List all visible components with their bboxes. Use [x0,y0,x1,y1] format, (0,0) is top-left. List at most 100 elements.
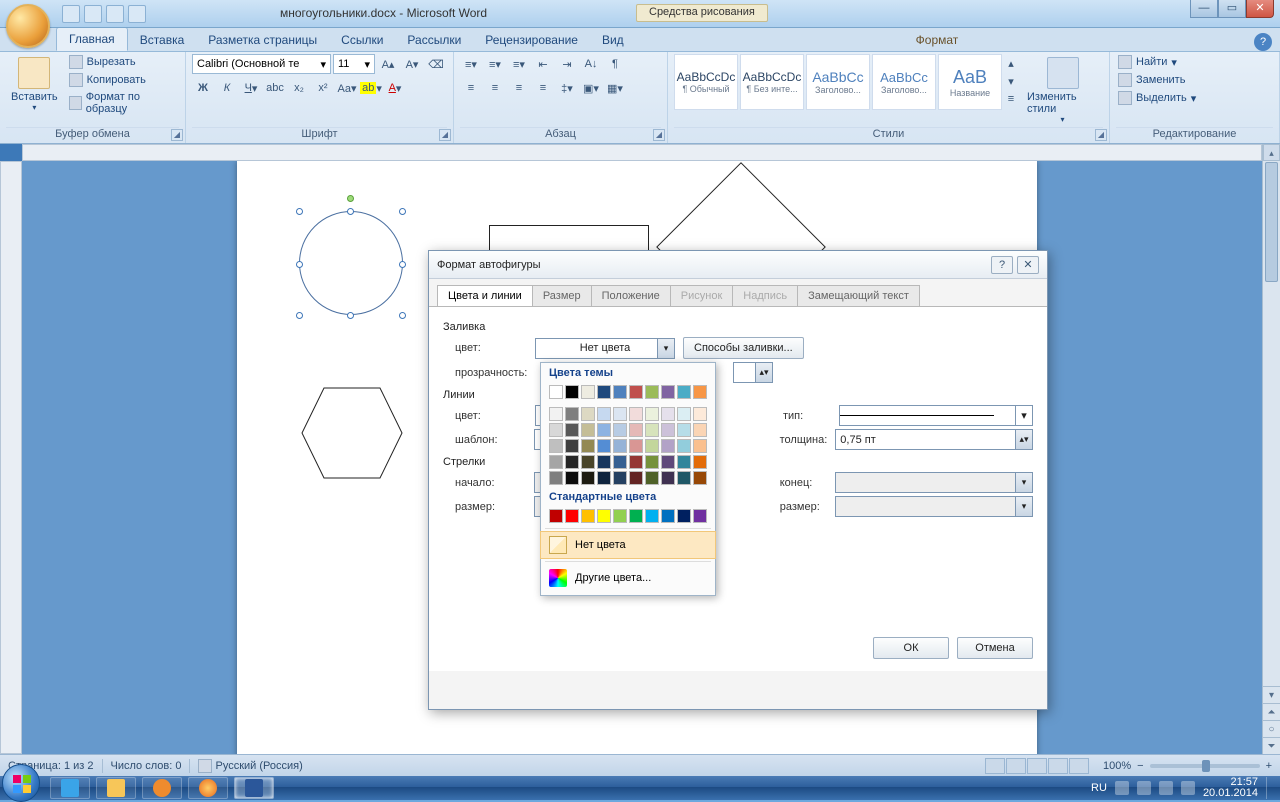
underline-button[interactable]: Ч▾ [240,78,262,98]
dlg-tab-alt-text[interactable]: Замещающий текст [797,285,920,306]
color-swatch[interactable] [581,455,595,469]
qat-redo-icon[interactable] [106,5,124,23]
color-swatch[interactable] [565,385,579,399]
color-swatch[interactable] [549,455,563,469]
tab-references[interactable]: Ссылки [329,29,395,51]
select-button[interactable]: Выделить▾ [1116,90,1198,106]
color-swatch[interactable] [613,439,627,453]
shape-circle-selected[interactable] [299,211,403,315]
color-swatch[interactable] [565,439,579,453]
styles-scroll-down[interactable]: ▾ [1004,72,1018,90]
ok-button[interactable]: ОК [873,637,949,659]
color-swatch[interactable] [693,471,707,485]
dlg-tab-position[interactable]: Положение [591,285,671,306]
shrink-font-button[interactable]: A▾ [401,54,423,74]
style-title[interactable]: AaBНазвание [938,54,1002,110]
color-swatch[interactable] [677,509,691,523]
italic-button[interactable]: К [216,78,238,98]
tab-home[interactable]: Главная [56,27,128,51]
tab-insert[interactable]: Вставка [128,29,197,51]
line-type-combo[interactable]: ▾ [839,405,1033,426]
maximize-button[interactable]: ▭ [1218,0,1246,18]
ruler-vertical[interactable] [0,161,22,754]
align-right-button[interactable]: ≡ [508,78,530,98]
minimize-button[interactable]: — [1190,0,1218,18]
color-swatch[interactable] [629,423,643,437]
styles-scroll-up[interactable]: ▴ [1004,54,1018,72]
handle-s[interactable] [347,312,354,319]
scroll-thumb[interactable] [1265,162,1278,282]
handle-n[interactable] [347,208,354,215]
shape-hexagon[interactable] [297,383,407,483]
increase-indent-button[interactable]: ⇥ [556,54,578,74]
browse-object-button[interactable]: ○ [1263,720,1280,737]
align-center-button[interactable]: ≡ [484,78,506,98]
tab-page-layout[interactable]: Разметка страницы [196,29,329,51]
tray-clock[interactable]: 21:57 20.01.2014 [1203,777,1258,799]
color-swatch[interactable] [597,385,611,399]
tray-network-icon[interactable] [1159,781,1173,795]
view-web-layout[interactable] [1027,758,1047,774]
styles-more[interactable]: ≡ [1004,90,1018,108]
highlight-button[interactable]: ab▾ [360,78,382,98]
dlg-tab-colors-lines[interactable]: Цвета и линии [437,285,533,306]
color-swatch[interactable] [613,407,627,421]
color-swatch[interactable] [581,423,595,437]
taskbar-explorer[interactable] [96,777,136,799]
color-swatch[interactable] [581,385,595,399]
superscript-button[interactable]: x² [312,78,334,98]
color-swatch[interactable] [613,455,627,469]
color-swatch[interactable] [645,385,659,399]
color-swatch[interactable] [645,423,659,437]
color-swatch[interactable] [645,407,659,421]
view-full-screen[interactable] [1006,758,1026,774]
tab-mailings[interactable]: Рассылки [395,29,473,51]
status-language[interactable]: Русский (Россия) [216,760,303,772]
color-swatch[interactable] [661,509,675,523]
start-button[interactable] [2,764,40,802]
transparency-spinner[interactable]: ▴▾ [733,362,773,383]
color-swatch[interactable] [549,407,563,421]
view-draft[interactable] [1069,758,1089,774]
show-marks-button[interactable]: ¶ [604,54,626,74]
color-swatch[interactable] [597,423,611,437]
color-swatch[interactable] [661,423,675,437]
color-swatch[interactable] [581,439,595,453]
handle-ne[interactable] [399,208,406,215]
zoom-slider[interactable] [1150,764,1260,768]
shading-button[interactable]: ▣▾ [580,78,602,98]
view-print-layout[interactable] [985,758,1005,774]
color-swatch[interactable] [661,439,675,453]
line-spacing-button[interactable]: ‡▾ [556,78,578,98]
dialog-close-button[interactable]: ✕ [1017,256,1039,274]
tab-review[interactable]: Рецензирование [473,29,590,51]
cancel-button[interactable]: Отмена [957,637,1033,659]
cut-button[interactable]: Вырезать [67,54,179,70]
zoom-thumb[interactable] [1202,760,1210,772]
style-heading2[interactable]: AaBbCcЗаголово... [872,54,936,110]
color-swatch[interactable] [629,455,643,469]
help-button[interactable]: ? [1254,33,1272,51]
vertical-scrollbar[interactable]: ▴ ▾ ⏶ ○ ⏷ [1262,144,1280,754]
color-swatch[interactable] [677,455,691,469]
color-swatch[interactable] [549,471,563,485]
replace-button[interactable]: Заменить [1116,72,1198,88]
handle-e[interactable] [399,261,406,268]
color-swatch[interactable] [581,509,595,523]
sort-button[interactable]: A↓ [580,54,602,74]
dialog-titlebar[interactable]: Формат автофигуры ? ✕ [429,251,1047,279]
tray-action-center-icon[interactable] [1137,781,1151,795]
color-swatch[interactable] [629,509,643,523]
qat-save-icon[interactable] [62,5,80,23]
color-swatch[interactable] [661,407,675,421]
color-swatch[interactable] [597,471,611,485]
color-swatch[interactable] [549,509,563,523]
color-swatch[interactable] [661,455,675,469]
color-swatch[interactable] [693,423,707,437]
scroll-down-arrow[interactable]: ▾ [1263,686,1280,703]
color-swatch[interactable] [565,509,579,523]
office-button[interactable] [6,4,50,48]
grow-font-button[interactable]: A▴ [377,54,399,74]
color-swatch[interactable] [597,407,611,421]
tray-volume-icon[interactable] [1181,781,1195,795]
